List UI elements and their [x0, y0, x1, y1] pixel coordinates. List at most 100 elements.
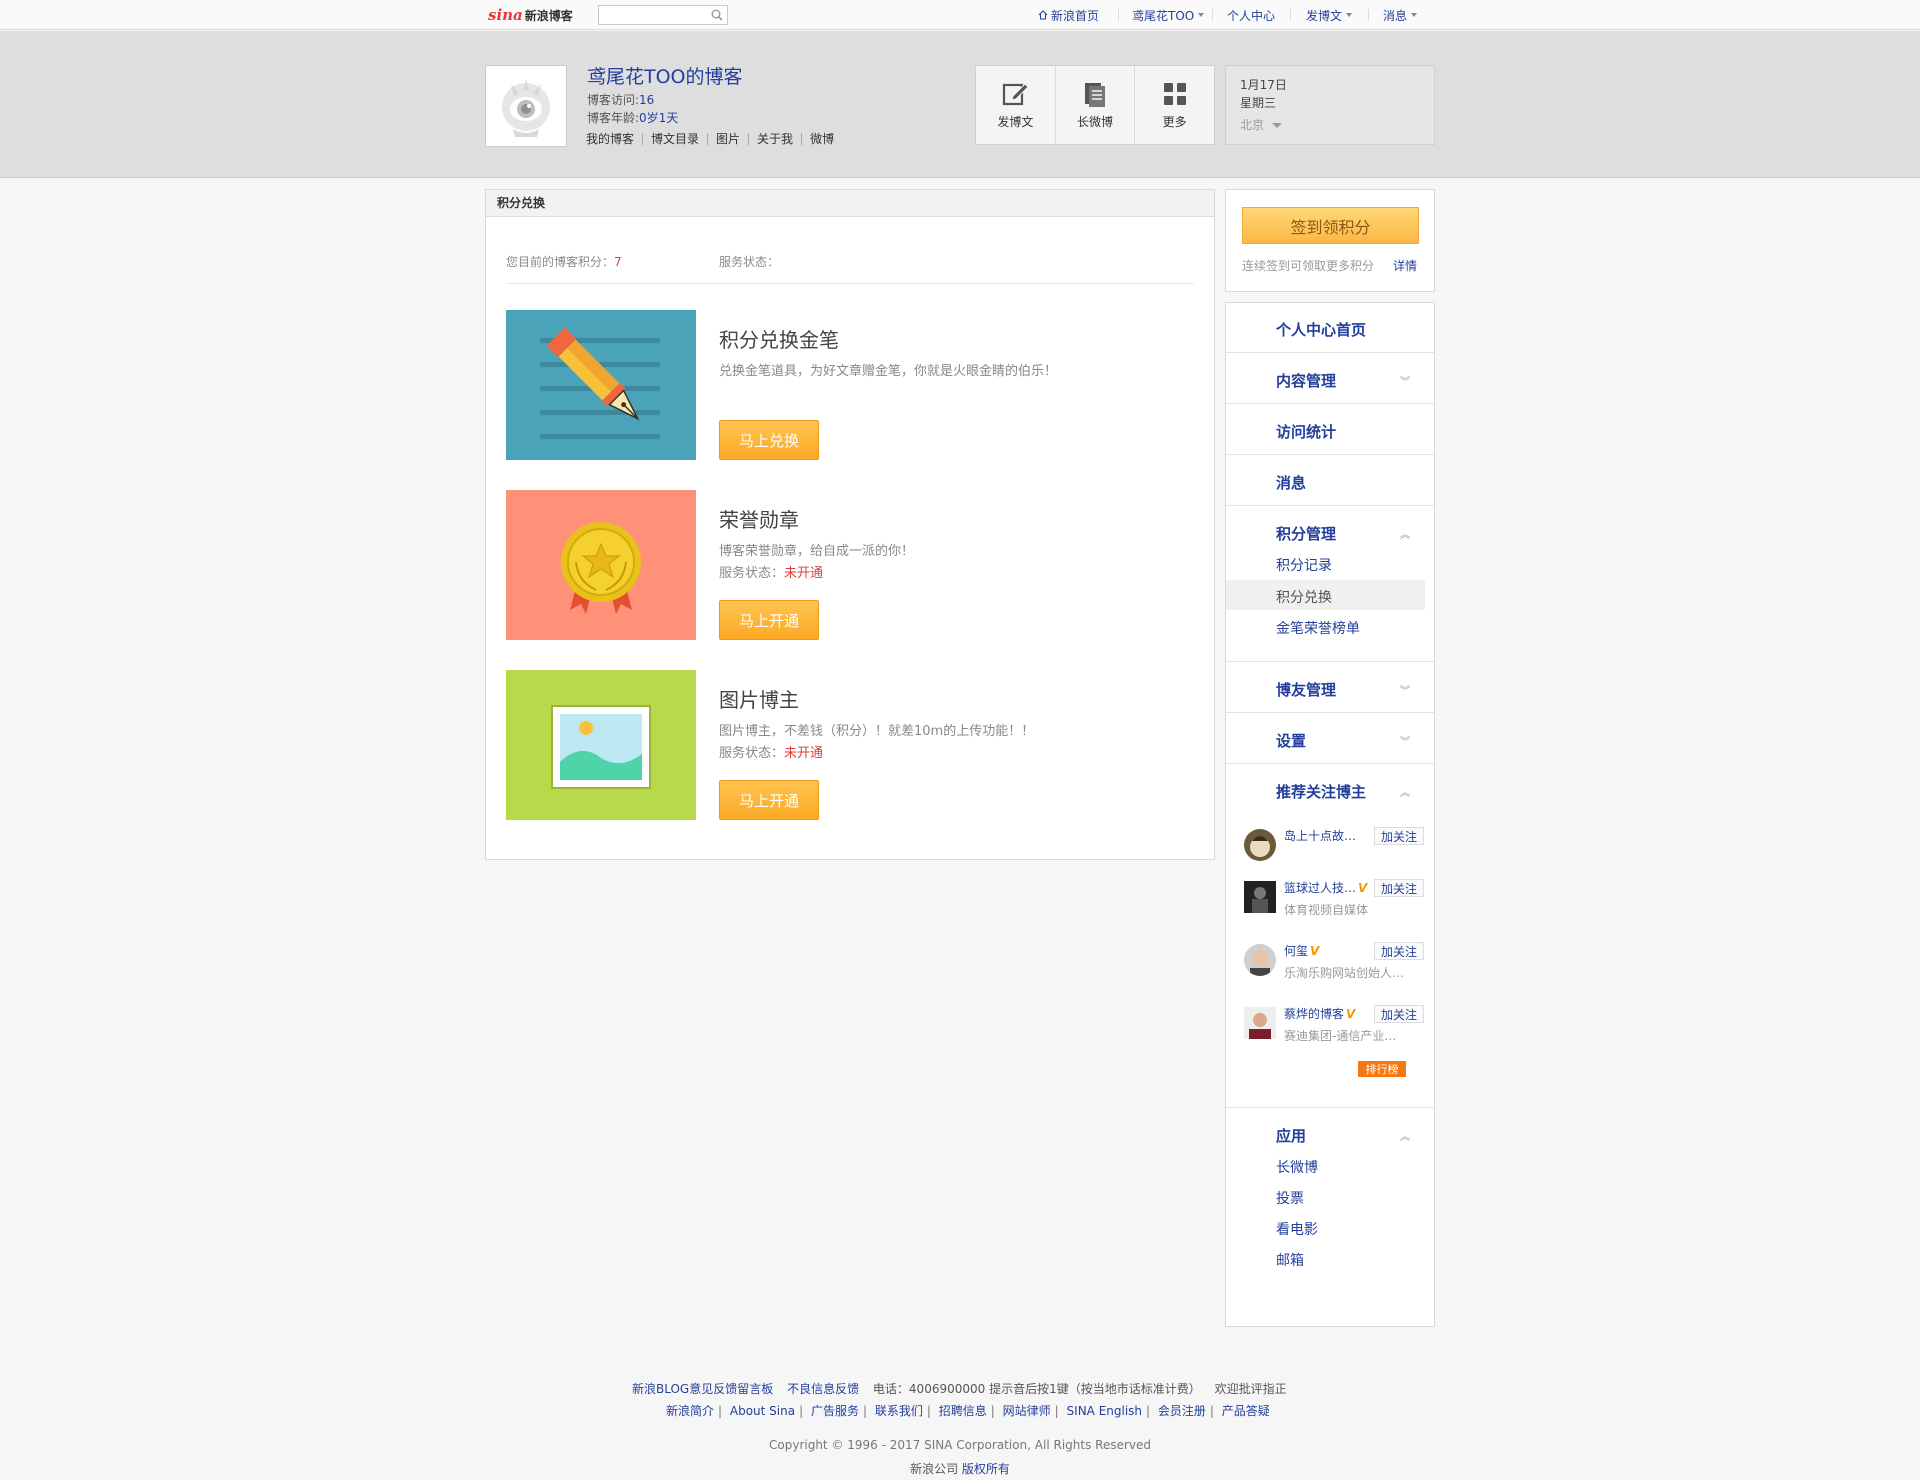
medal-icon	[561, 522, 641, 614]
feature-desc: 兑换金笔道具，为好文章赠金笔，你就是火眼金睛的伯乐！	[719, 364, 1058, 379]
city-selector[interactable]: 北京	[1240, 116, 1420, 134]
search-input[interactable]	[599, 6, 707, 24]
blog-nav-pictures[interactable]: 图片	[707, 133, 748, 145]
sign-in-detail-link[interactable]: 详情	[1393, 257, 1417, 274]
menu-content[interactable]: 内容管理 ︾	[1226, 354, 1434, 404]
avatar[interactable]	[1244, 881, 1276, 913]
footer-link-contact[interactable]: 联系我们	[875, 1404, 923, 1418]
feature-gold-pen: 积分兑换金笔 兑换金笔道具，为好文章赠金笔，你就是火眼金睛的伯乐！ 马上兑换	[506, 310, 1196, 460]
sign-in-button[interactable]: 签到领积分	[1242, 207, 1419, 244]
menu-points-exchange[interactable]: 积分兑换	[1226, 580, 1425, 610]
menu-messages[interactable]: 消息	[1226, 456, 1434, 506]
more-tools-button[interactable]: 更多	[1134, 66, 1214, 144]
blog-age-value: 0岁1天	[639, 111, 679, 125]
recommend-desc: 体育视频自媒体	[1284, 903, 1369, 917]
recommend-name-text[interactable]: 何玺	[1284, 944, 1308, 958]
avatar[interactable]	[1244, 829, 1276, 861]
nav-post-menu[interactable]: 发博文	[1306, 0, 1353, 30]
search-box	[598, 5, 728, 25]
weibo-eye-avatar-icon	[502, 79, 550, 137]
avatar[interactable]	[1244, 944, 1276, 976]
footer-link-english[interactable]: SINA English	[1067, 1404, 1143, 1418]
chevron-down-icon	[1272, 122, 1283, 128]
app-movie[interactable]: 看电影	[1276, 1219, 1318, 1239]
top-bar: sina 新浪博客 新浪首页 鸢尾花TOO 个人中心 发博文 消息	[0, 0, 1920, 30]
recommend-item: 蔡烨的博客 V 赛迪集团-通信产业… 加关注	[1244, 1005, 1424, 1045]
footer-link-jobs[interactable]: 招聘信息	[939, 1404, 987, 1418]
follow-button[interactable]: 加关注	[1374, 879, 1424, 897]
long-weibo-button[interactable]: 长微博	[1054, 66, 1135, 144]
menu-settings[interactable]: 设置 ︾	[1226, 714, 1434, 764]
nav-messages-menu[interactable]: 消息	[1383, 0, 1418, 30]
nav-center[interactable]: 个人中心	[1227, 0, 1275, 30]
chevron-down-icon	[1198, 13, 1205, 17]
blog-title[interactable]: 鸢尾花TOO的博客	[587, 62, 743, 89]
divider	[1212, 9, 1213, 21]
panel-title: 积分兑换	[486, 190, 1214, 217]
blog-avatar[interactable]	[485, 65, 567, 147]
blog-visits-value: 16	[639, 93, 655, 107]
post-article-button[interactable]: 发博文	[976, 66, 1055, 144]
menu-gold-pen-ranking[interactable]: 金笔荣誉榜单	[1276, 618, 1360, 638]
footer-link-feedback-board[interactable]: 新浪BLOG意见反馈留言板	[632, 1382, 773, 1396]
avatar-image	[1244, 944, 1276, 976]
footer-company: 新浪公司 版权所有	[0, 1460, 1920, 1477]
follow-button[interactable]: 加关注	[1374, 827, 1424, 845]
menu-home-label: 个人中心首页	[1276, 321, 1367, 339]
user-center-menu: 个人中心首页 内容管理 ︾ 访问统计 消息 积分管理 ︽ 积分记录 积分兑换 金笔荣…	[1225, 302, 1435, 1327]
menu-recommend-label[interactable]: 推荐关注博主	[1276, 781, 1366, 802]
activate-now-button[interactable]: 马上开通	[719, 780, 819, 820]
menu-points-label[interactable]: 积分管理	[1276, 523, 1336, 544]
search-icon[interactable]	[711, 9, 723, 21]
nav-user-menu[interactable]: 鸢尾花TOO	[1132, 0, 1205, 30]
nav-post-label: 发博文	[1306, 8, 1343, 23]
footer-link-about-cn[interactable]: 新浪简介	[666, 1404, 714, 1418]
footer-copyright: Copyright © 1996 - 2017 SINA Corporation…	[769, 1438, 1151, 1452]
menu-points-records[interactable]: 积分记录	[1276, 555, 1332, 575]
footer-link-ads[interactable]: 广告服务	[811, 1404, 859, 1418]
app-vote[interactable]: 投票	[1276, 1188, 1304, 1208]
chevron-up-icon[interactable]: ︽	[1400, 784, 1410, 799]
sina-blog-logo[interactable]: sina 新浪博客	[488, 6, 573, 24]
footer-link-register[interactable]: 会员注册	[1158, 1404, 1206, 1418]
avatar[interactable]	[1244, 1007, 1276, 1039]
footer-link-rights[interactable]: 版权所有	[962, 1462, 1010, 1476]
chevron-up-icon[interactable]: ︽	[1400, 1128, 1410, 1143]
exchange-now-button[interactable]: 马上兑换	[719, 420, 819, 460]
menu-home[interactable]: 个人中心首页	[1226, 303, 1434, 353]
sign-in-tip: 连续签到可领取更多积分	[1242, 259, 1375, 273]
footer-link-report[interactable]: 不良信息反馈	[787, 1382, 859, 1396]
home-icon	[1038, 10, 1048, 20]
ranking-badge[interactable]: 排行榜	[1358, 1061, 1406, 1077]
app-long-weibo[interactable]: 长微博	[1276, 1157, 1318, 1177]
blog-nav-weibo[interactable]: 微博	[801, 133, 842, 145]
menu-apps-label[interactable]: 应用	[1276, 1125, 1306, 1146]
recommend-name-text[interactable]: 篮球过人技…	[1284, 881, 1356, 895]
follow-button[interactable]: 加关注	[1374, 1005, 1424, 1023]
activate-now-button[interactable]: 马上开通	[719, 600, 819, 640]
footer-link-about-sina[interactable]: About Sina	[730, 1404, 795, 1418]
feature-title: 荣誉勋章	[719, 508, 799, 532]
blog-nav-my-blog[interactable]: 我的博客	[586, 133, 642, 145]
menu-friends-label: 博友管理	[1276, 681, 1337, 699]
more-tools-label: 更多	[1162, 114, 1187, 129]
app-mail[interactable]: 邮箱	[1276, 1250, 1304, 1270]
nav-home[interactable]: 新浪首页	[1038, 0, 1099, 30]
honor-medal-illustration	[506, 490, 696, 640]
follow-button[interactable]: 加关注	[1374, 942, 1424, 960]
footer-link-lawyer[interactable]: 网站律师	[1003, 1404, 1051, 1418]
recommend-name-text[interactable]: 蔡烨的博客	[1284, 1007, 1344, 1021]
blog-nav-article-list[interactable]: 博文目录	[642, 133, 707, 145]
menu-friends[interactable]: 博友管理 ︾	[1226, 663, 1434, 713]
menu-stats-label: 访问统计	[1276, 423, 1337, 441]
chevron-up-icon[interactable]: ︽	[1400, 526, 1410, 541]
footer-links: 新浪简介 | About Sina | 广告服务 | 联系我们 | 招聘信息 | 网站律师…	[666, 1404, 1270, 1418]
feature-desc: 图片博主，不差钱（积分）！就差10m的上传功能！！	[719, 724, 1035, 739]
date-weekday: 星期三	[1240, 96, 1277, 110]
menu-stats[interactable]: 访问统计	[1226, 405, 1434, 455]
score-line: 您目前的博客积分：7 服务状态：	[506, 253, 1194, 284]
blog-nav-about[interactable]: 关于我	[748, 133, 801, 145]
footer-link-faq[interactable]: 产品答疑	[1222, 1404, 1270, 1418]
recommend-name[interactable]: 岛上十点故…	[1284, 827, 1356, 844]
date-weather-box: 1月17日 星期三 北京	[1225, 65, 1435, 145]
